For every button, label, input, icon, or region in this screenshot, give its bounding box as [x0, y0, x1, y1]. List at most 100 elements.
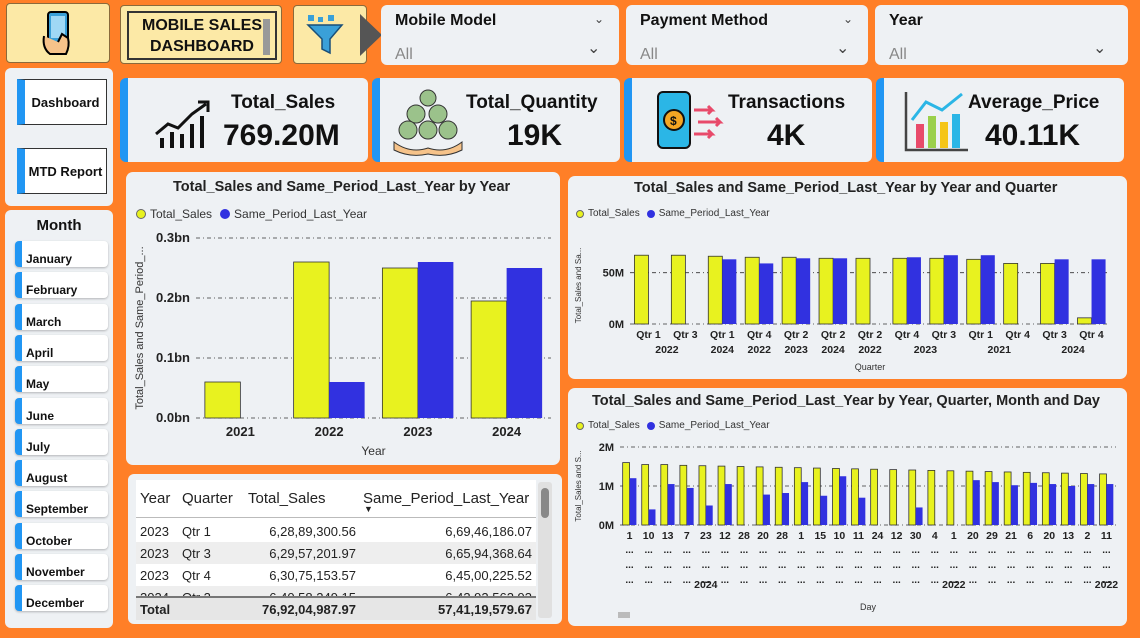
- truncated-label: ...: [969, 545, 978, 556]
- x-tick-label: Qtr 2: [784, 329, 809, 341]
- truncated-label: ...: [797, 545, 806, 556]
- x-tick-label: 29: [986, 530, 998, 542]
- slicer-mobile-model[interactable]: Mobile Model ⌄ All ⌄: [381, 5, 619, 65]
- chevron-down-icon[interactable]: ⌄: [587, 38, 600, 58]
- bar-total-sales: [707, 255, 723, 325]
- bar-same-period: [1091, 259, 1106, 324]
- truncated-label: ...: [835, 575, 844, 586]
- bar-total-sales: [1041, 472, 1050, 526]
- x-tick-label: 7: [684, 530, 690, 542]
- truncated-label: ...: [1064, 560, 1073, 571]
- truncated-label: ...: [816, 560, 825, 571]
- x-tick-label: Qtr 4: [747, 329, 772, 341]
- scrollbar-thumb[interactable]: [541, 488, 549, 518]
- chart-by-year: 0.0bn 0.1bn 0.2bn 0.3bn 2021 2022 2023 2024 Year…: [134, 230, 551, 458]
- truncated-label: ...: [683, 575, 692, 586]
- table-scrollbar[interactable]: [538, 482, 552, 618]
- bar-same-period: [1054, 259, 1069, 324]
- month-item-august[interactable]: August: [15, 460, 108, 487]
- truncated-label: ...: [759, 545, 768, 556]
- truncated-label: ...: [1083, 575, 1092, 586]
- bar-same-period: [722, 259, 737, 324]
- truncated-label: ...: [683, 545, 692, 556]
- month-item-april[interactable]: April: [15, 334, 108, 361]
- kpi-value: 19K: [507, 119, 563, 152]
- kpi-label: Total_Sales: [231, 92, 336, 113]
- x-tick-label: 13: [1062, 530, 1074, 542]
- cell-quarter: Qtr 1: [182, 524, 211, 539]
- bar-total-sales: [929, 257, 945, 325]
- truncated-label: ...: [721, 575, 730, 586]
- x-tick-label: 1: [951, 530, 957, 542]
- bar-same-period: [992, 482, 999, 525]
- slicer-year[interactable]: Year All ⌄: [875, 5, 1128, 65]
- y-axis-label: Total_Sales and S...: [574, 450, 583, 521]
- filter-button[interactable]: [293, 5, 367, 64]
- truncated-label: ...: [1007, 545, 1016, 556]
- column-header-same-period[interactable]: Same_Period_Last_Year: [363, 490, 529, 507]
- chevron-down-icon[interactable]: ⌄: [1093, 38, 1106, 58]
- dashboard-title-box: MOBILE SALES DASHBOARD: [120, 5, 282, 64]
- column-header-quarter[interactable]: Quarter: [182, 490, 233, 507]
- x-tick-label: 15: [814, 530, 826, 542]
- truncated-label: ...: [797, 560, 806, 571]
- filter-arrow-icon: [360, 14, 382, 56]
- phone-icon-tile: [6, 3, 110, 63]
- y-tick-label: 0M: [599, 520, 614, 532]
- x-axis-label: Year: [361, 444, 385, 458]
- truncated-label: ...: [816, 575, 825, 586]
- month-item-december[interactable]: December: [15, 585, 108, 612]
- truncated-label: ...: [1007, 560, 1016, 571]
- month-item-june[interactable]: June: [15, 397, 108, 424]
- chevron-down-icon[interactable]: ⌄: [843, 12, 853, 26]
- chart-by-year-quarter-panel: Total_Sales and Same_Period_Last_Year by…: [568, 176, 1127, 379]
- x-tick-label: 23: [700, 530, 712, 542]
- truncated-label: ...: [835, 545, 844, 556]
- bar-total-sales: [774, 466, 783, 526]
- truncated-label: ...: [625, 560, 634, 571]
- chevron-down-icon[interactable]: ⌄: [836, 38, 849, 58]
- chevron-down-icon[interactable]: ⌄: [594, 12, 604, 26]
- bar-total-sales: [1040, 263, 1056, 325]
- truncated-label: ...: [1026, 575, 1035, 586]
- total-same-period-value: 57,41,19,579.67: [438, 602, 532, 617]
- bar-same-period: [648, 509, 656, 525]
- truncated-label: ...: [892, 545, 901, 556]
- nav-mtd-report-button[interactable]: MTD Report: [17, 148, 107, 194]
- year-group-label: 2024: [694, 579, 718, 591]
- truncated-label: ...: [950, 545, 959, 556]
- horizontal-scrollbar[interactable]: [618, 612, 630, 618]
- column-header-year[interactable]: Year: [140, 490, 170, 507]
- cell-total-sales: 6,29,57,201.97: [269, 546, 356, 561]
- bar-same-period: [801, 482, 809, 525]
- column-header-total-sales[interactable]: Total_Sales: [248, 490, 326, 507]
- month-item-may[interactable]: May: [15, 366, 108, 393]
- slicer-payment-method[interactable]: Payment Method ⌄ All ⌄: [626, 5, 868, 65]
- month-item-february[interactable]: February: [15, 272, 108, 299]
- nav-dashboard-button[interactable]: Dashboard: [17, 79, 107, 125]
- truncated-label: ...: [854, 575, 863, 586]
- year-group-label: 2022: [655, 344, 679, 356]
- truncated-label: ...: [1083, 545, 1092, 556]
- bar-same-period: [1106, 484, 1114, 525]
- bar-same-period: [759, 263, 774, 324]
- month-item-november[interactable]: November: [15, 554, 108, 580]
- bar-total-sales: [855, 257, 871, 325]
- sort-descending-icon: ▼: [364, 504, 373, 514]
- month-item-january[interactable]: January: [15, 241, 108, 267]
- bar-total-sales: [908, 469, 917, 526]
- month-item-september[interactable]: September: [15, 491, 108, 518]
- bar-same-period: [906, 257, 921, 324]
- month-item-july[interactable]: July: [15, 428, 108, 455]
- bar-same-period: [858, 497, 866, 525]
- truncated-label: ...: [1102, 560, 1111, 571]
- truncated-label: ...: [988, 560, 997, 571]
- cell-year: 2023: [140, 568, 169, 583]
- y-tick-label: 1M: [599, 481, 614, 493]
- truncated-label: ...: [721, 545, 730, 556]
- x-tick-label: 10: [643, 530, 655, 542]
- truncated-label: ...: [759, 575, 768, 586]
- bar-total-sales: [889, 469, 898, 526]
- month-item-october[interactable]: October: [15, 522, 108, 549]
- month-item-march[interactable]: March: [15, 303, 108, 330]
